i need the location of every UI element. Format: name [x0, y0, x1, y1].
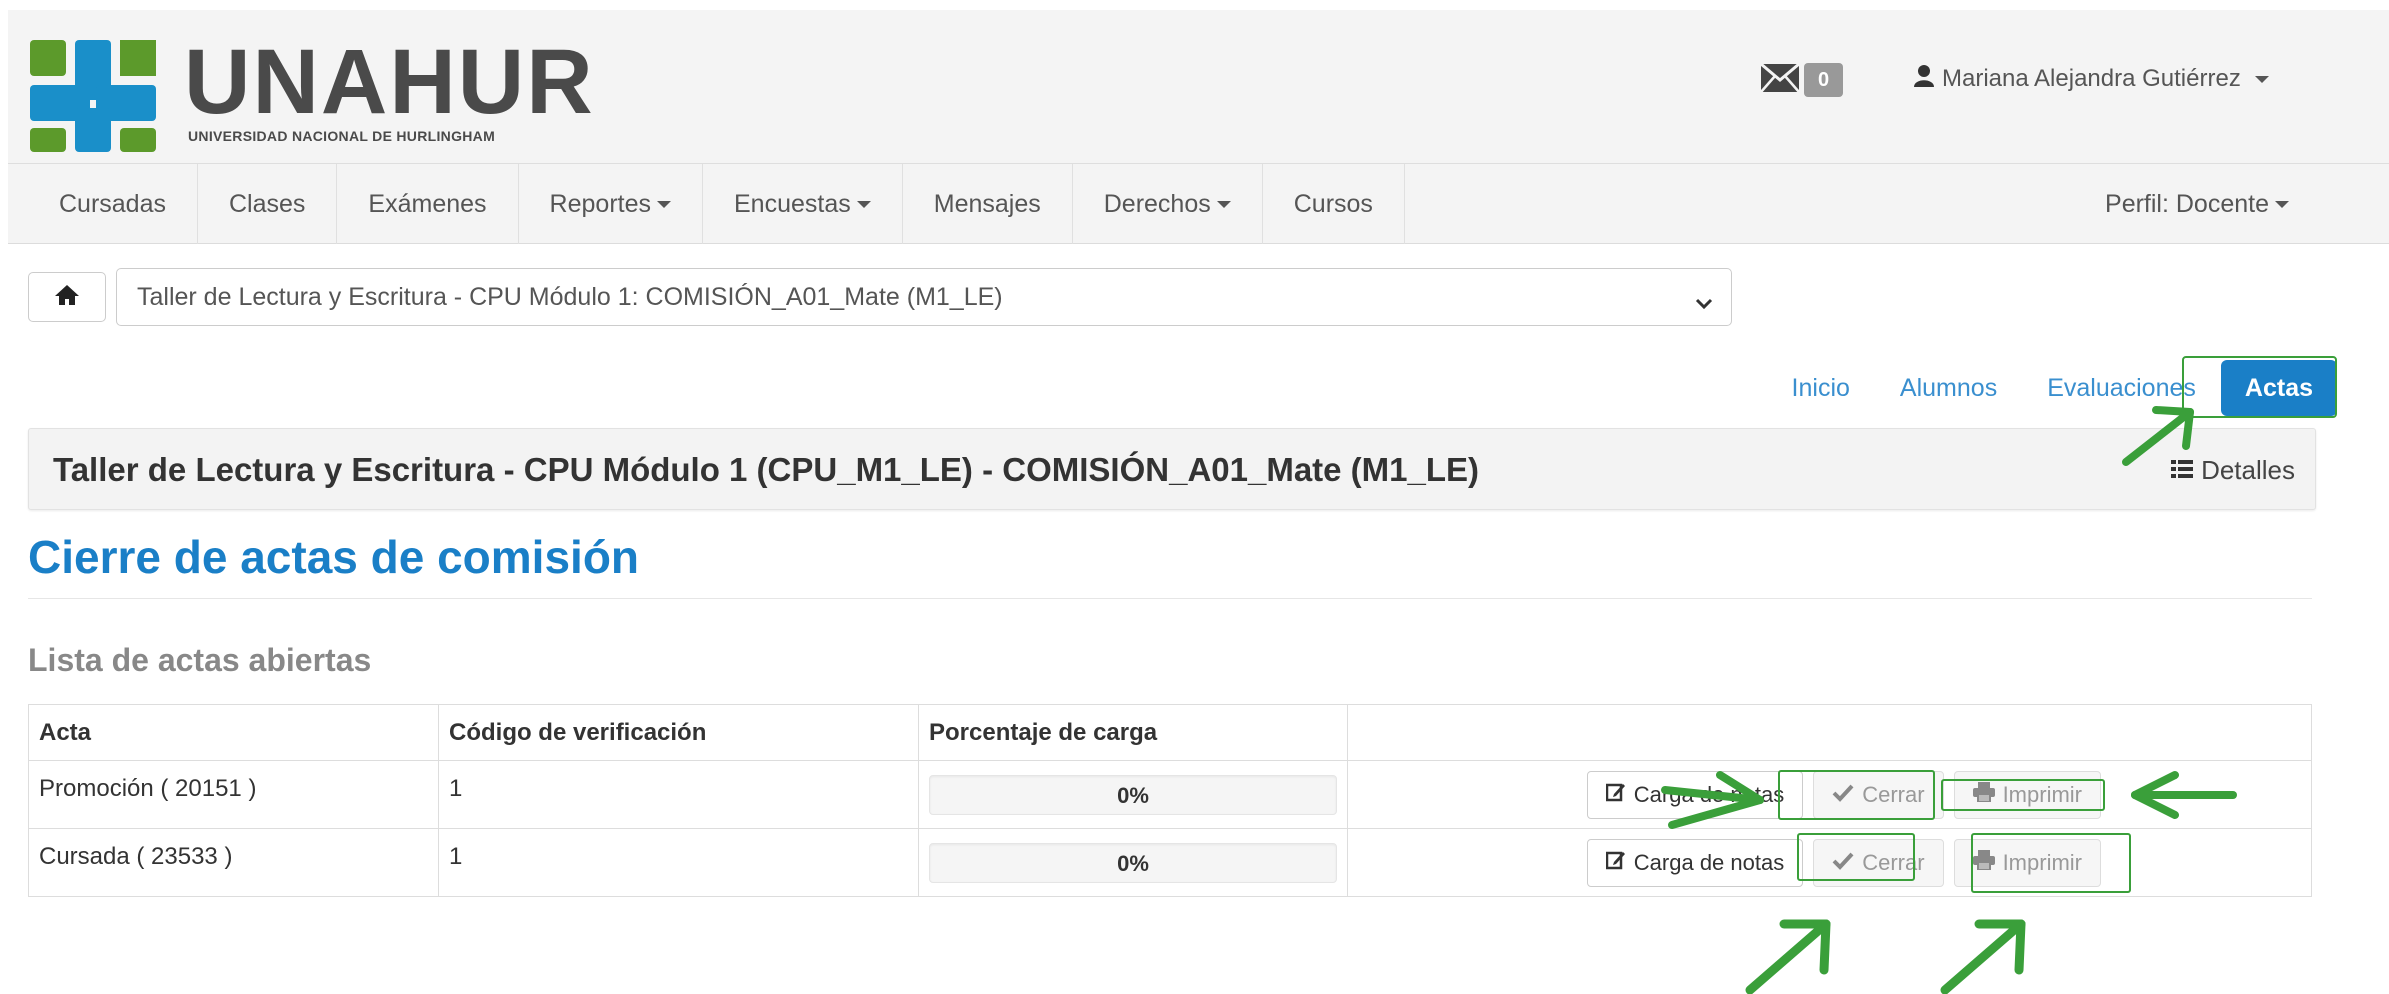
nav-item-encuestas[interactable]: Encuestas	[703, 164, 903, 244]
actions-cell: Carga de notas Cerrar Imprimir	[1347, 760, 2312, 829]
chevron-down-icon	[657, 200, 671, 208]
print-icon	[1972, 849, 1995, 876]
home-icon	[54, 284, 80, 311]
porcentaje-cell: 0%	[918, 828, 1348, 897]
nav-item-clases[interactable]: Clases	[198, 164, 338, 244]
nav-label: Encuestas	[734, 189, 851, 218]
nav-label: Cursadas	[59, 189, 166, 218]
imprimir-button[interactable]: Imprimir	[1953, 770, 2101, 819]
column-header-acta: Acta	[28, 704, 439, 761]
unahur-logo[interactable]: UNAHUR UNIVERSIDAD NACIONAL DE HURLINGHA…	[30, 28, 593, 152]
user-icon	[1914, 64, 1934, 94]
codigo-cell: 1	[438, 828, 919, 897]
porcentaje-cell: 0%	[918, 760, 1348, 829]
nav-label: Clases	[229, 189, 306, 218]
chevron-down-icon	[2254, 75, 2269, 83]
nav-item-reportes[interactable]: Reportes	[519, 164, 703, 244]
column-header-actions	[1347, 704, 2312, 761]
cerrar-button[interactable]: Cerrar	[1813, 838, 1944, 887]
header: UNAHUR UNIVERSIDAD NACIONAL DE HURLINGHA…	[8, 10, 2389, 164]
user-name: Mariana Alejandra Gutiérrez	[1942, 65, 2241, 92]
acta-cell: Cursada ( 23533 )	[28, 828, 439, 897]
course-bar: Taller de Lectura y Escritura - CPU Módu…	[28, 428, 2316, 510]
table-header-row: Acta Código de verificación Porcentaje d…	[28, 704, 2312, 761]
logo-subtitle: UNIVERSIDAD NACIONAL DE HURLINGHAM	[188, 128, 496, 144]
table-row: Cursada ( 23533 ) 1 0% Carga de notas Ce…	[28, 828, 2312, 897]
messages-indicator[interactable]: 0	[1760, 62, 1844, 98]
nav-label: Reportes	[549, 189, 651, 218]
perfil-menu[interactable]: Perfil: Docente	[2105, 164, 2289, 244]
tab-inicio[interactable]: Inicio	[1767, 360, 1875, 416]
edit-icon	[1605, 782, 1626, 808]
chevron-down-icon	[1695, 289, 1713, 318]
actas-table: Acta Código de verificación Porcentaje d…	[28, 704, 2312, 897]
imprimir-button[interactable]: Imprimir	[1953, 838, 2101, 887]
nav-item-cursos[interactable]: Cursos	[1263, 164, 1405, 244]
mail-count-badge: 0	[1804, 63, 1844, 97]
chevron-down-icon	[856, 200, 871, 208]
nav-item-derechos[interactable]: Derechos	[1073, 164, 1263, 244]
course-select-value: Taller de Lectura y Escritura - CPU Módu…	[137, 282, 1003, 311]
button-label: Cerrar	[1862, 849, 1925, 875]
edit-icon	[1605, 850, 1626, 876]
section-title: Lista de actas abiertas	[28, 642, 372, 678]
actions-cell: Carga de notas Cerrar Imprimir	[1347, 828, 2312, 897]
acta-cell: Promoción ( 20151 )	[28, 760, 439, 829]
nav-item-examenes[interactable]: Exámenes	[337, 164, 519, 244]
home-button[interactable]	[28, 272, 106, 322]
chevron-down-icon	[1216, 200, 1231, 208]
envelope-icon	[1760, 62, 1800, 98]
user-menu[interactable]: Mariana Alejandra Gutiérrez	[1914, 62, 2269, 96]
course-select[interactable]: Taller de Lectura y Escritura - CPU Módu…	[116, 268, 1732, 326]
table-row: Promoción ( 20151 ) 1 0% Carga de notas …	[28, 760, 2312, 829]
column-header-codigo: Código de verificación	[438, 704, 919, 761]
carga-de-notas-button[interactable]: Carga de notas	[1586, 770, 1804, 819]
progress-bar: 0%	[929, 774, 1337, 815]
annotation-arrow-icon	[1745, 919, 1831, 994]
button-label: Cerrar	[1862, 781, 1925, 807]
course-title: Taller de Lectura y Escritura - CPU Módu…	[53, 451, 1480, 488]
progress-label: 0%	[1117, 782, 1149, 808]
button-label: Imprimir	[2002, 781, 2082, 807]
annotation-arrow-icon	[1940, 919, 2026, 994]
nav-label: Cursos	[1293, 189, 1373, 218]
details-label: Detalles	[2201, 454, 2295, 485]
nav-label: Derechos	[1103, 189, 1211, 218]
tab-alumnos[interactable]: Alumnos	[1875, 360, 2022, 416]
nav-label: Mensajes	[933, 189, 1041, 218]
logo-name: UNAHUR	[184, 31, 595, 133]
column-header-porcentaje: Porcentaje de carga	[918, 704, 1348, 761]
main-navbar: Cursadas Clases Exámenes Reportes Encues…	[8, 164, 2389, 244]
chevron-down-icon	[2275, 200, 2289, 208]
button-label: Carga de notas	[1633, 849, 1785, 875]
carga-de-notas-button[interactable]: Carga de notas	[1586, 838, 1804, 887]
codigo-cell: 1	[438, 760, 919, 829]
logo-mark-icon	[30, 40, 156, 152]
check-icon	[1832, 850, 1854, 876]
divider	[28, 598, 2312, 599]
print-icon	[1972, 781, 1995, 808]
button-label: Imprimir	[2002, 849, 2082, 875]
button-label: Carga de notas	[1633, 781, 1785, 807]
check-icon	[1832, 782, 1854, 808]
annotation-box-actas	[2182, 356, 2337, 418]
perfil-label: Perfil: Docente	[2105, 189, 2269, 218]
progress-bar: 0%	[929, 842, 1337, 883]
top-strip	[0, 0, 2389, 10]
progress-label: 0%	[1117, 850, 1149, 876]
details-link[interactable]: Detalles	[2171, 429, 2295, 511]
page-title: Cierre de actas de comisión	[28, 531, 640, 583]
list-icon	[2171, 455, 2194, 486]
cerrar-button[interactable]: Cerrar	[1813, 770, 1944, 819]
nav-label: Exámenes	[368, 189, 487, 218]
nav-item-mensajes[interactable]: Mensajes	[903, 164, 1073, 244]
nav-item-cursadas[interactable]: Cursadas	[28, 164, 198, 244]
